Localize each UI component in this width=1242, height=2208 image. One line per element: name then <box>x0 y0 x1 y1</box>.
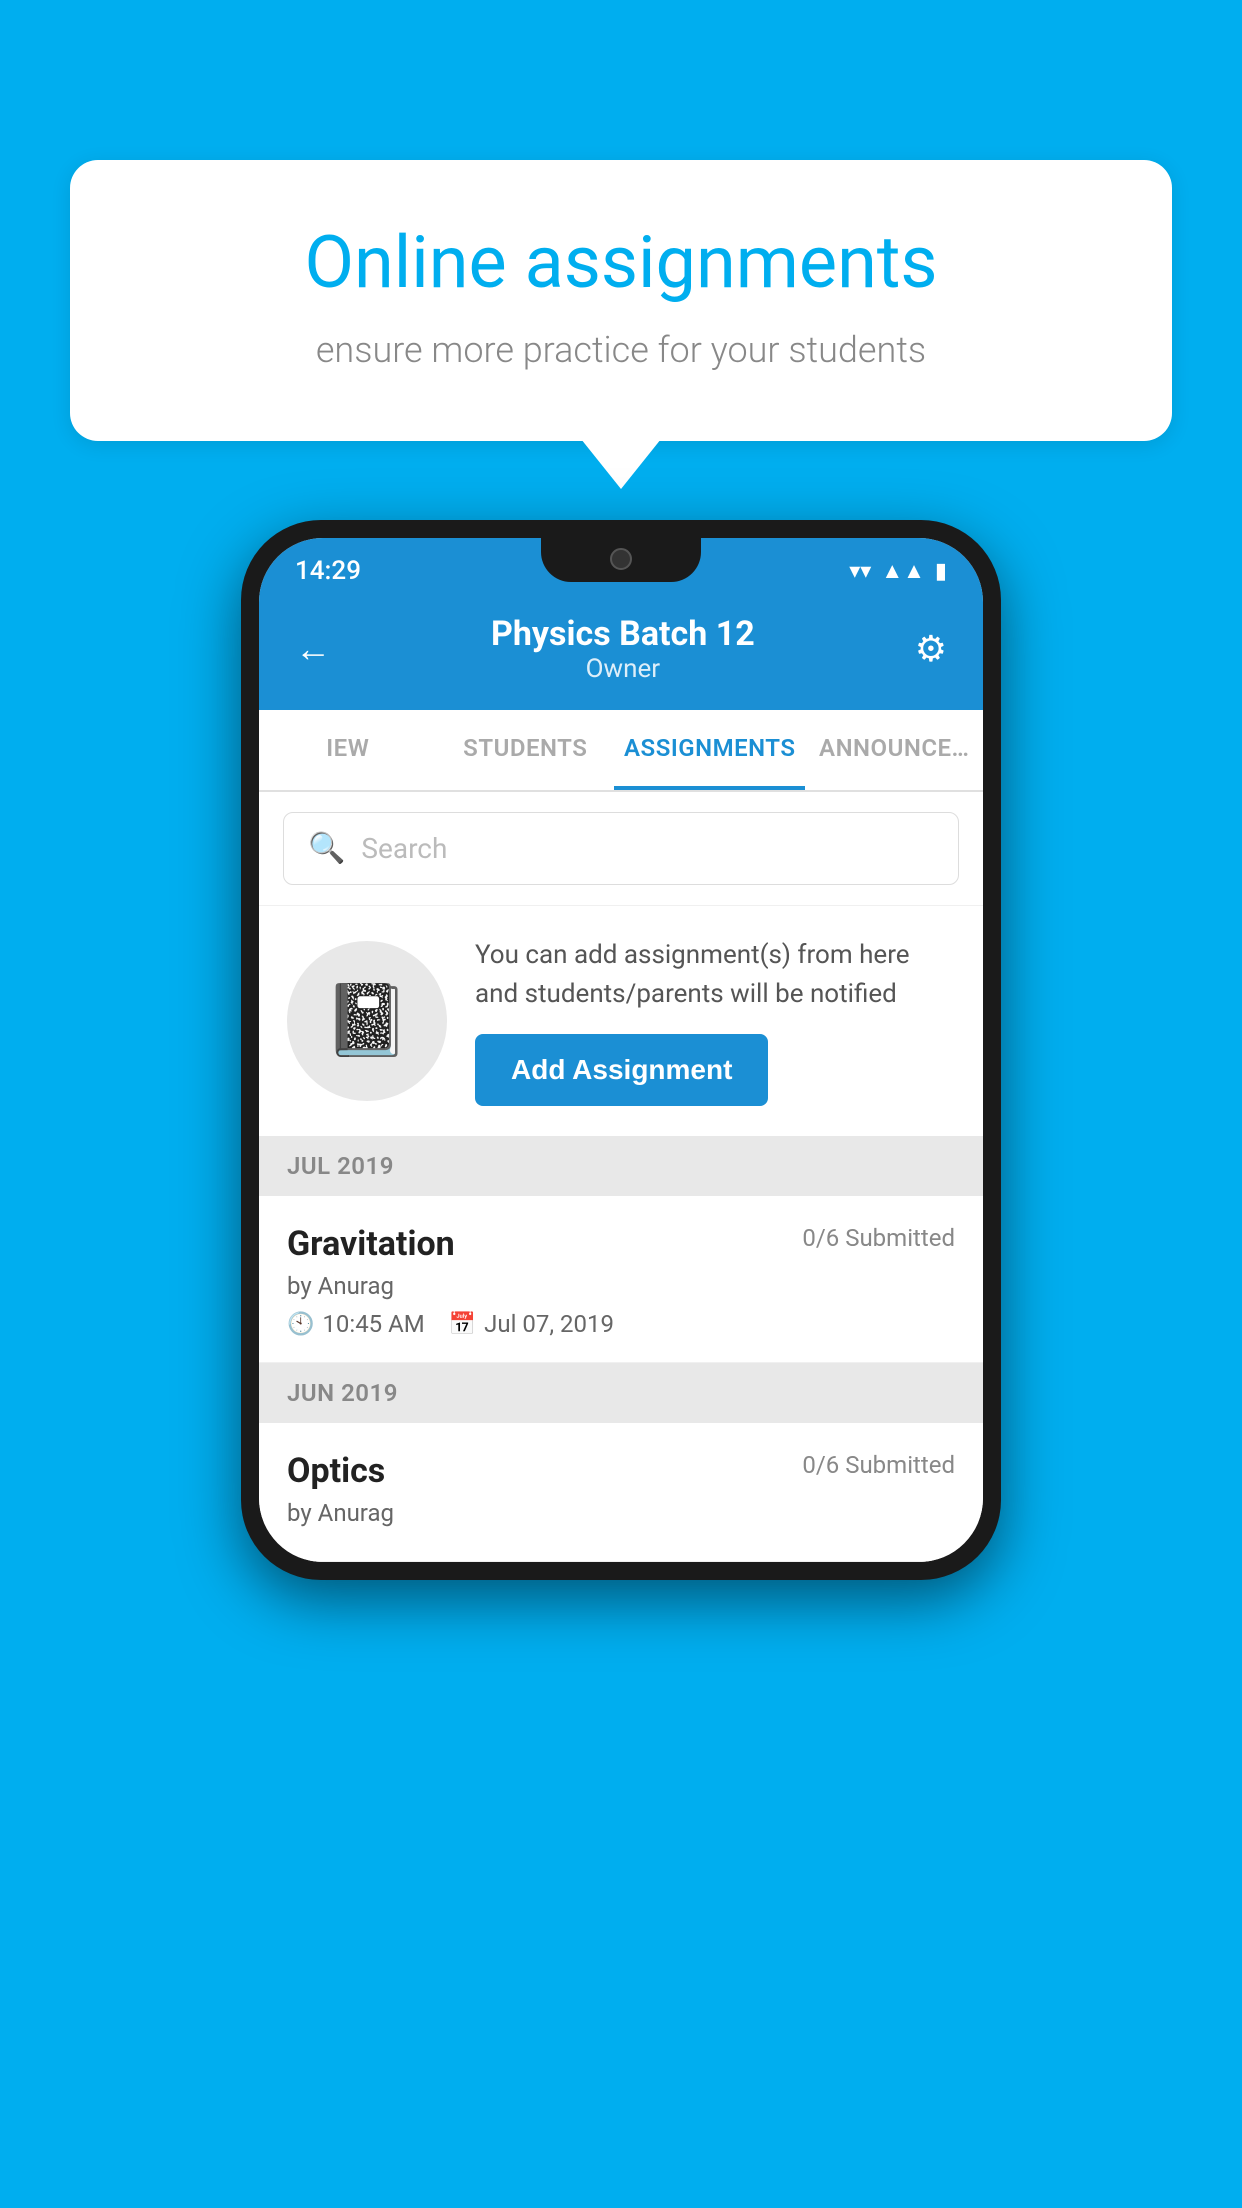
phone-notch <box>541 538 701 582</box>
status-time: 14:29 <box>295 556 361 586</box>
status-icons: ▾▾ ▲▲ ▮ <box>849 558 947 584</box>
section-jun-2019: JUN 2019 <box>259 1363 983 1423</box>
search-bar[interactable]: 🔍 Search <box>283 812 959 885</box>
wifi-icon: ▾▾ <box>849 559 871 584</box>
app-header: ← Physics Batch 12 Owner ⚙ <box>259 594 983 710</box>
tab-iew[interactable]: IEW <box>259 710 437 790</box>
search-container: 🔍 Search <box>259 792 983 905</box>
assignment-author-gravitation: by Anurag <box>287 1272 955 1300</box>
section-jul-label: JUL 2019 <box>287 1152 394 1180</box>
assignment-optics[interactable]: Optics 0/6 Submitted by Anurag <box>259 1423 983 1562</box>
assignment-date-text: Jul 07, 2019 <box>484 1310 614 1338</box>
assignment-time: 🕙 10:45 AM <box>287 1310 425 1338</box>
tab-announcements[interactable]: ANNOUNCE… <box>805 710 983 790</box>
promo-section: 📓 You can add assignment(s) from here an… <box>259 905 983 1136</box>
header-subtitle: Owner <box>491 654 755 684</box>
settings-button[interactable]: ⚙ <box>915 628 947 670</box>
add-assignment-button[interactable]: Add Assignment <box>475 1034 768 1106</box>
battery-icon: ▮ <box>935 559 947 584</box>
signal-icon: ▲▲ <box>881 558 925 584</box>
promo-content: You can add assignment(s) from here and … <box>475 936 955 1106</box>
assignment-row-top-optics: Optics 0/6 Submitted <box>287 1451 955 1491</box>
clock-icon: 🕙 <box>287 1312 314 1337</box>
assignment-submitted-optics: 0/6 Submitted <box>802 1451 955 1479</box>
assignment-name-optics: Optics <box>287 1451 385 1491</box>
calendar-icon: 📅 <box>449 1312 476 1337</box>
assignment-date: 📅 Jul 07, 2019 <box>449 1310 614 1338</box>
assignment-name-gravitation: Gravitation <box>287 1224 455 1264</box>
back-button[interactable]: ← <box>295 628 331 670</box>
header-title: Physics Batch 12 <box>491 614 755 654</box>
tab-students[interactable]: STUDENTS <box>437 710 615 790</box>
tab-assignments[interactable]: ASSIGNMENTS <box>614 710 805 790</box>
section-jun-label: JUN 2019 <box>287 1379 398 1407</box>
assignment-row-top: Gravitation 0/6 Submitted <box>287 1224 955 1264</box>
header-title-group: Physics Batch 12 Owner <box>491 614 755 684</box>
assignment-time-text: 10:45 AM <box>322 1310 424 1338</box>
speech-bubble-title: Online assignments <box>140 220 1102 305</box>
phone-screen: 14:29 ▾▾ ▲▲ ▮ ← Physics Batch 12 Owner ⚙… <box>259 538 983 1562</box>
phone-camera <box>610 548 632 570</box>
speech-bubble-subtitle: ensure more practice for your students <box>140 329 1102 371</box>
assignment-submitted-gravitation: 0/6 Submitted <box>802 1224 955 1252</box>
promo-text: You can add assignment(s) from here and … <box>475 936 955 1014</box>
phone-wrapper: 14:29 ▾▾ ▲▲ ▮ ← Physics Batch 12 Owner ⚙… <box>241 520 1001 1580</box>
tabs-bar: IEW STUDENTS ASSIGNMENTS ANNOUNCE… <box>259 710 983 792</box>
assignment-gravitation[interactable]: Gravitation 0/6 Submitted by Anurag 🕙 10… <box>259 1196 983 1363</box>
promo-icon-circle: 📓 <box>287 941 447 1101</box>
speech-bubble-card: Online assignments ensure more practice … <box>70 160 1172 441</box>
assignment-author-optics: by Anurag <box>287 1499 955 1527</box>
section-jul-2019: JUL 2019 <box>259 1136 983 1196</box>
phone-outer: 14:29 ▾▾ ▲▲ ▮ ← Physics Batch 12 Owner ⚙… <box>241 520 1001 1580</box>
notebook-icon: 📓 <box>323 980 410 1062</box>
search-placeholder: Search <box>361 832 447 865</box>
assignment-meta-gravitation: 🕙 10:45 AM 📅 Jul 07, 2019 <box>287 1310 955 1338</box>
search-icon: 🔍 <box>308 831 345 866</box>
